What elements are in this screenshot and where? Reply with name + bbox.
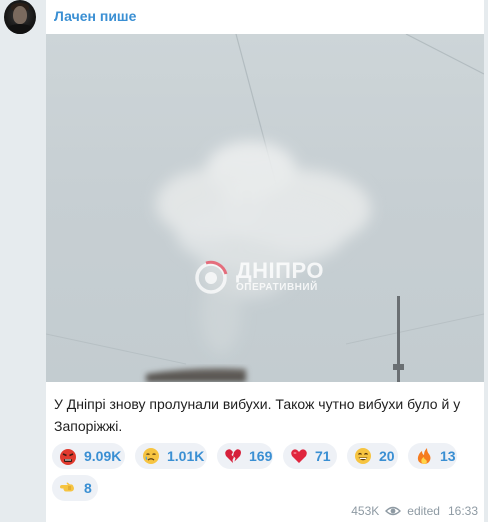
channel-avatar[interactable]	[4, 0, 36, 34]
reaction-crying[interactable]: 1.01K	[135, 443, 207, 469]
reaction-count: 169	[249, 448, 273, 464]
reaction-pointing-hand[interactable]: 8	[52, 475, 98, 501]
reaction-count: 1.01K	[167, 448, 205, 464]
avatar-shoulders	[6, 24, 34, 34]
message-photo[interactable]: ДНІПРО ОПЕРАТИВНИЙ	[46, 34, 484, 382]
message-caption: У Дніпрі знову пролунали вибухи. Також ч…	[54, 396, 461, 434]
reaction-red-heart[interactable]: 71	[283, 443, 337, 469]
reaction-fire[interactable]: 13	[408, 443, 457, 469]
reaction-count: 9.09K	[84, 448, 122, 464]
edited-label: edited	[407, 504, 440, 518]
watermark-subtitle: ОПЕРАТИВНИЙ	[236, 282, 318, 293]
reaction-grinning[interactable]: 20	[347, 443, 398, 469]
grinning-face-icon	[353, 446, 373, 466]
angry-face-icon	[58, 446, 78, 466]
reaction-count: 20	[379, 448, 395, 464]
reaction-count: 13	[440, 448, 456, 464]
crying-face-icon	[141, 446, 161, 466]
avatar-face	[13, 6, 27, 24]
reaction-broken-heart[interactable]: 169	[217, 443, 273, 469]
broken-heart-icon	[223, 446, 243, 466]
watermark-title: ДНІПРО	[236, 258, 324, 283]
reaction-count: 8	[84, 480, 92, 496]
message-time: 16:33	[447, 504, 478, 518]
message-meta: 453K edited 16:33	[351, 504, 478, 518]
pointing-hand-icon	[58, 478, 78, 498]
eye-icon	[385, 505, 402, 517]
fire-icon	[414, 446, 434, 466]
channel-name[interactable]: Лачен пише	[54, 8, 136, 24]
reaction-angry[interactable]: 9.09K	[52, 443, 125, 469]
smoke-photo-image	[46, 34, 484, 382]
reaction-count: 71	[315, 448, 331, 464]
red-heart-icon	[289, 446, 309, 466]
view-count: 453K	[351, 504, 380, 518]
